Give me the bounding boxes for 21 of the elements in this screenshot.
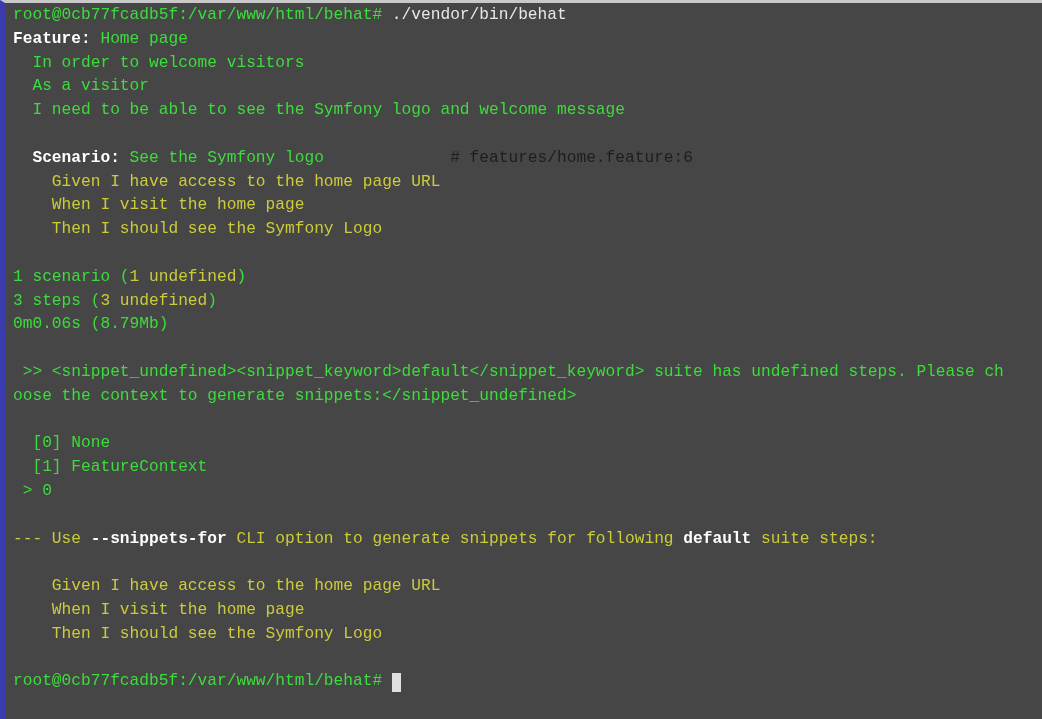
- terminal-line: Then I should see the Symfony Logo: [50, 219, 383, 241]
- terminal-line: When I visit the home page: [50, 195, 305, 217]
- terminal-line: >> <snippet_undefined><snippet_keyword>default</snippet_keyword> suite has undefined steps. Please ch: [21, 361, 1004, 383]
- terminal-line: 0m0.06s (8.79Mb): [13, 314, 169, 336]
- terminal-line: root@0cb77fcadb5f:/var/www/html/behat# ./vendor/bin/behat: [13, 5, 567, 26]
- terminal-line: --- Use --snippets-for CLI option to generate snippets for following default suite steps:: [13, 528, 878, 550]
- terminal-line: Feature: Home page: [13, 28, 188, 50]
- terminal-line: Given I have access to the home page URL: [50, 576, 441, 598]
- terminal-line: When I visit the home page: [50, 599, 305, 621]
- terminal-line: [0] None: [31, 433, 111, 455]
- terminal-line: root@0cb77fcadb5f:/var/www/html/behat#: [13, 671, 384, 693]
- terminal-line: [1] FeatureContext: [31, 457, 208, 479]
- terminal-line: Then I should see the Symfony Logo: [50, 623, 383, 645]
- terminal-line: As a visitor: [31, 76, 149, 98]
- terminal-line: > 0: [21, 480, 52, 502]
- terminal-line: I need to be able to see the Symfony logo and welcome message: [31, 100, 625, 122]
- terminal-line: Given I have access to the home page URL: [50, 171, 441, 193]
- terminal-line: oose the context to generate snippets:</snippet_undefined>: [13, 385, 577, 407]
- terminal-line: In order to welcome visitors: [31, 52, 305, 74]
- terminal-line: 1 scenario (1 undefined): [13, 266, 247, 288]
- terminal-line: 3 steps (3 undefined): [13, 290, 217, 312]
